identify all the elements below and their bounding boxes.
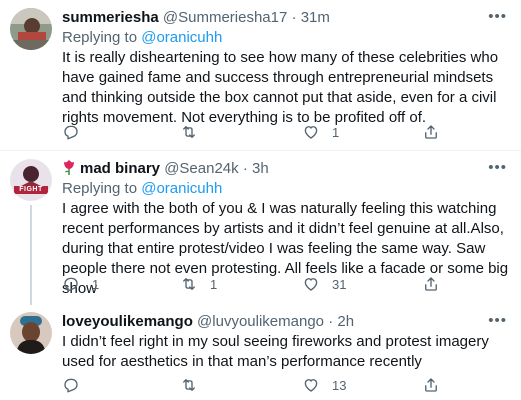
retweet-count: 1 bbox=[210, 276, 218, 292]
share-button[interactable] bbox=[422, 375, 440, 395]
replying-to: Replying to @oranicuhh bbox=[62, 179, 222, 199]
more-options-icon[interactable]: ••• bbox=[488, 8, 507, 25]
heart-icon bbox=[304, 379, 318, 392]
retweet-icon bbox=[183, 126, 195, 138]
timestamp[interactable]: 2h bbox=[337, 313, 354, 330]
share-icon bbox=[425, 378, 437, 392]
tweet-text: I didn’t feel right in my soul seeing fi… bbox=[62, 333, 489, 370]
avatar[interactable]: FIGHT bbox=[10, 159, 52, 201]
more-options-icon[interactable]: ••• bbox=[488, 159, 507, 176]
replying-prefix: Replying to bbox=[62, 29, 138, 46]
display-name[interactable]: summeriesha bbox=[62, 9, 159, 26]
separator-dot: · bbox=[291, 9, 297, 26]
like-button[interactable]: 13 bbox=[302, 375, 346, 395]
like-count: 1 bbox=[332, 124, 340, 140]
replying-to: Replying to @oranicuhh bbox=[62, 28, 222, 48]
avatar-caption: FIGHT bbox=[19, 186, 43, 193]
separator-dot: · bbox=[242, 160, 248, 177]
user-handle[interactable]: @Sean24k bbox=[164, 160, 238, 177]
reply-button[interactable]: 1 bbox=[62, 274, 99, 294]
retweet-button[interactable]: 1 bbox=[180, 274, 217, 294]
separator-dot: · bbox=[328, 313, 334, 330]
tweet-text: I agree with the both of you & I was nat… bbox=[62, 200, 509, 297]
display-name[interactable]: mad binary bbox=[80, 160, 160, 177]
timestamp[interactable]: 31m bbox=[301, 9, 330, 26]
tweet-text: It is really disheartening to see how ma… bbox=[62, 49, 499, 126]
tweet-3[interactable]: loveyoulikemango @luvyoulikemango · 2h •… bbox=[0, 308, 521, 400]
like-button[interactable]: 1 bbox=[302, 122, 339, 142]
replying-prefix: Replying to bbox=[62, 180, 138, 197]
heart-icon bbox=[304, 126, 318, 139]
reply-button[interactable] bbox=[62, 122, 92, 142]
reply-icon bbox=[64, 378, 78, 393]
share-button[interactable] bbox=[422, 122, 440, 142]
retweet-button[interactable] bbox=[180, 375, 210, 395]
like-button[interactable]: 31 bbox=[302, 274, 346, 294]
timestamp[interactable]: 3h bbox=[252, 160, 269, 177]
mention-link[interactable]: @oranicuhh bbox=[141, 29, 222, 46]
avatar[interactable] bbox=[10, 312, 52, 354]
retweet-icon bbox=[183, 379, 195, 391]
share-button[interactable] bbox=[422, 274, 440, 294]
like-count: 31 bbox=[332, 276, 347, 292]
reply-icon bbox=[64, 125, 78, 140]
retweet-button[interactable] bbox=[180, 122, 210, 142]
share-icon bbox=[425, 125, 437, 139]
thread-connector-line bbox=[30, 205, 32, 305]
reply-icon bbox=[64, 277, 78, 292]
mention-link[interactable]: @oranicuhh bbox=[141, 180, 222, 197]
user-handle[interactable]: @Summeriesha17 bbox=[163, 9, 287, 26]
retweet-icon bbox=[183, 278, 195, 290]
share-icon bbox=[425, 277, 437, 291]
reply-count: 1 bbox=[92, 276, 100, 292]
more-options-icon[interactable]: ••• bbox=[488, 312, 507, 329]
avatar[interactable] bbox=[10, 8, 52, 50]
display-name[interactable]: loveyoulikemango bbox=[62, 313, 193, 330]
reply-button[interactable] bbox=[62, 375, 92, 395]
tweet-1[interactable]: summeriesha @Summeriesha17 · 31m ••• Rep… bbox=[0, 0, 521, 150]
tweet-2[interactable]: FIGHT mad binary @Sean24k · 3h ••• Reply… bbox=[0, 151, 521, 300]
like-count: 13 bbox=[332, 377, 347, 393]
user-handle[interactable]: @luvyoulikemango bbox=[197, 313, 324, 330]
heart-icon bbox=[304, 278, 318, 291]
rose-emoji-icon bbox=[64, 160, 74, 175]
